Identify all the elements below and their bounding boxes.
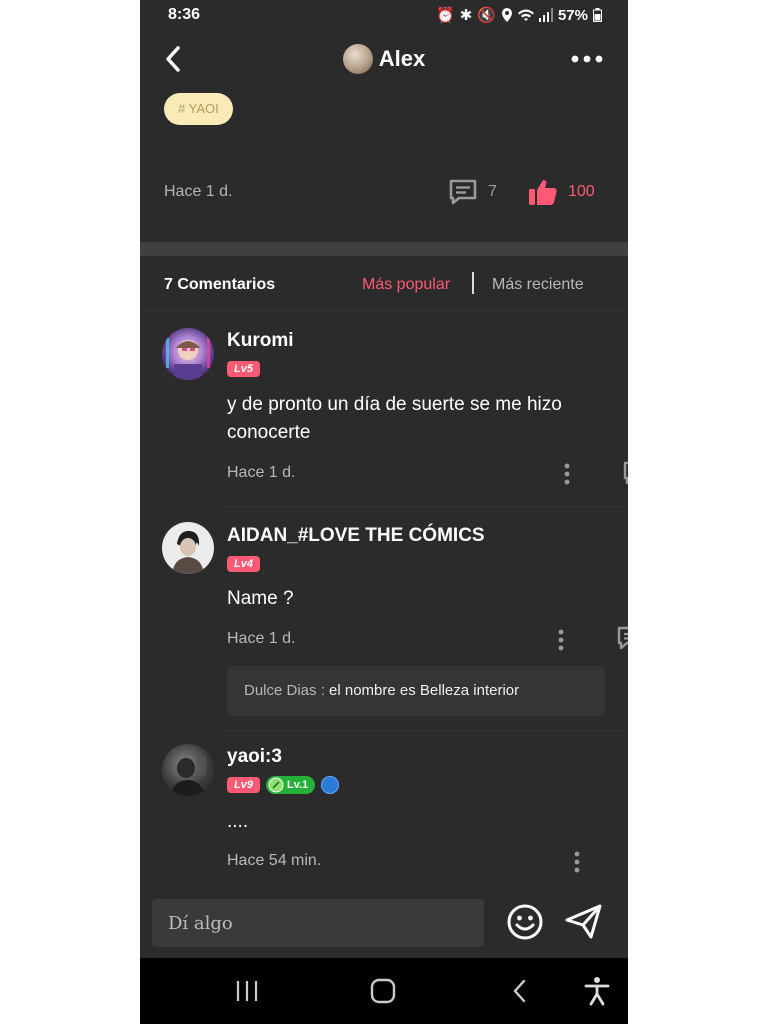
verified-badge-icon [321,776,340,794]
achievement-badge-label: Lv.1 [286,779,309,791]
comment-input[interactable] [152,899,484,947]
alarm-icon: ⏰ [436,7,455,24]
vertical-dots-icon[interactable] [573,851,581,873]
level-badge: Lv5 [227,361,260,377]
more-dots-icon[interactable] [570,44,604,74]
comments-count-label: 7 Comentarios [164,276,276,293]
phone-screen: 8:36 ⏰ ✱ 🔇 57% Alex # YAOI Hace 1 d. 7 1… [140,0,628,1024]
comment-text: y de pronto un día de suerte se me hizo … [227,394,562,443]
comment-time: Hace 54 min. [227,852,322,869]
vertical-dots-icon[interactable] [563,463,571,485]
reply-icon [617,626,628,650]
comment-username[interactable]: Kuromi [227,330,294,352]
comment-username[interactable]: AIDAN_#LOVE THE CÓMICS [227,525,485,547]
mute-icon: 🔇 [477,7,496,24]
comment-icon [449,179,477,205]
reply-author: Dulce Dias : [244,682,325,699]
level-badge: Lv4 [227,556,260,572]
post-time: Hace 1 d. [164,183,233,200]
reply-icon[interactable] [623,461,628,485]
status-bar: 8:36 ⏰ ✱ 🔇 57% [140,0,628,32]
level-badge: Lv9 [227,777,260,793]
post-meta: Hace 1 d. 7 100 [164,178,604,208]
thumbs-up-icon [529,180,557,205]
comment-time: Hace 1 d. [227,630,296,647]
home-icon[interactable] [366,976,400,1006]
comment-replies[interactable]: 1 [617,626,628,650]
comment-item: yaoi:3 Lv9 Lv.1 .... Hace 54 min. 1 [140,742,628,882]
top-bar: Alex [140,32,628,88]
reply-preview[interactable]: Dulce Dias : el nombre es Belleza interi… [227,666,605,716]
comment-username[interactable]: yaoi:3 [227,746,282,768]
battery-percent: 57% [557,6,588,24]
row-separator [226,506,628,507]
comment-meta: Hace 1 d. 10 [227,460,628,488]
comment-meta: Hace 1 d. 1 3 [227,626,628,654]
recents-icon[interactable] [230,976,264,1006]
row-separator [226,730,628,731]
accessibility-icon[interactable] [580,976,614,1006]
reply-text: el nombre es Belleza interior [329,682,520,699]
send-icon[interactable] [564,903,604,941]
leaf-icon [268,777,284,793]
tag-chip[interactable]: # YAOI [164,93,233,125]
nav-back-icon[interactable] [504,976,538,1006]
sort-separator [472,272,474,294]
post-comments-count: 7 [488,183,497,200]
comment-input-bar [140,888,628,958]
comment-meta: Hace 54 min. 1 [227,848,607,876]
bluetooth-icon: ✱ [459,7,473,24]
comment-item: Kuromi Lv5 y de pronto un día de suerte … [140,326,628,506]
emoji-icon[interactable] [506,903,544,941]
author-avatar [342,44,373,74]
avatar[interactable] [162,522,214,574]
author-name: Alex [378,46,426,71]
comment-time: Hace 1 d. [227,464,296,481]
post-likes[interactable]: 100 [528,178,595,206]
post-comments[interactable]: 7 [448,178,497,206]
comment-text: .... [227,811,249,832]
wifi-icon [517,9,534,21]
achievement-badge: Lv.1 [265,776,316,794]
system-nav-bar [140,958,628,1024]
section-divider [140,242,628,256]
page-title[interactable]: Alex [342,44,426,74]
signal-icon [538,8,553,22]
title-wrap: Alex [140,44,628,79]
avatar[interactable] [162,744,214,796]
post-likes-count: 100 [568,183,595,200]
comments-header: 7 Comentarios Más popular Más reciente [140,256,628,311]
status-time: 8:36 [168,6,201,23]
badges-row: Lv9 Lv.1 [227,776,340,794]
location-icon [501,8,512,22]
sort-recent-tab[interactable]: Más reciente [492,276,584,294]
status-icons: ⏰ ✱ 🔇 57% [436,6,602,24]
sort-popular-tab[interactable]: Más popular [362,276,450,294]
vertical-dots-icon[interactable] [557,629,565,651]
battery-icon [593,8,602,22]
comment-text: Name ? [227,588,294,609]
avatar[interactable] [162,328,214,380]
